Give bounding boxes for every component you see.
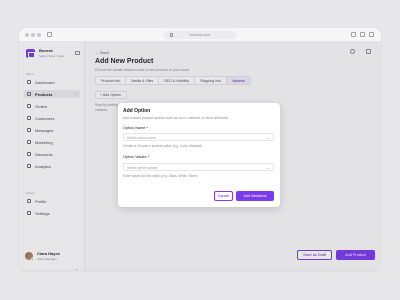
modal-description: Add custom product options such as color…: [123, 116, 230, 120]
sidebar-toggle-icon[interactable]: [47, 32, 52, 37]
tabs-overview-icon[interactable]: [369, 32, 374, 37]
window-minimize-dot[interactable]: [31, 33, 35, 37]
option-name-select[interactable]: Select option name ⌄: [123, 133, 274, 141]
modal-title: Add Option: [123, 108, 151, 114]
option-name-hint: Create or Choose a product option (e.g. …: [123, 144, 203, 148]
new-tab-icon[interactable]: [360, 32, 365, 37]
add-variations-button[interactable]: Add Variations: [236, 191, 274, 201]
lock-icon: [170, 33, 173, 37]
browser-chrome: boxera.com: [19, 28, 381, 42]
option-values-label: Option Values *: [123, 155, 150, 159]
url-text: boxera.com: [189, 32, 211, 37]
option-name-label: Option Name *: [123, 126, 148, 130]
add-option-modal: Add Option Add custom product options su…: [118, 103, 280, 207]
window-close-dot[interactable]: [25, 33, 29, 37]
address-bar[interactable]: boxera.com: [164, 31, 236, 39]
option-values-select[interactable]: Select option values ⌄: [123, 163, 274, 171]
option-values-hint: Enter values for this option (e.g. Black…: [123, 174, 199, 178]
window-maximize-dot[interactable]: [37, 33, 41, 37]
chevron-down-icon: ⌄: [266, 164, 270, 170]
chevron-down-icon: ⌄: [266, 134, 270, 140]
share-icon[interactable]: [351, 32, 356, 37]
cancel-button[interactable]: Cancel: [214, 191, 233, 201]
option-name-placeholder: Select option name: [127, 135, 157, 140]
option-values-placeholder: Select option values: [127, 165, 158, 170]
